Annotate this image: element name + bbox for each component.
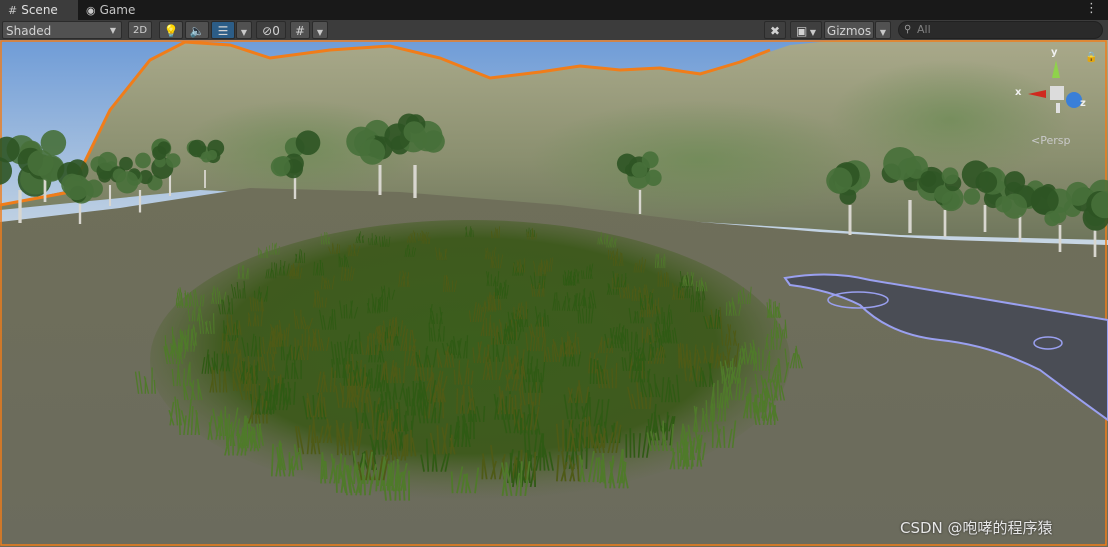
tree-trunk [204, 170, 206, 188]
chevron-down-icon: ▼ [316, 28, 324, 37]
effects-toggle-button[interactable]: ☰ [211, 21, 235, 39]
camera-icon: ▣ [795, 24, 808, 38]
audio-toggle-button[interactable]: 🔈 [185, 21, 209, 39]
gamepad-icon: ◉ [86, 4, 96, 17]
tree-foliage [920, 170, 937, 187]
gizmo-neg-y-arrow[interactable] [1056, 103, 1060, 113]
toggle-2d-button[interactable]: 2D [128, 21, 152, 39]
lighting-toggle-button[interactable]: 💡 [159, 21, 183, 39]
tree-trunk [108, 185, 112, 206]
tree-foliage [116, 171, 139, 194]
wrench-icon: ✖ [769, 24, 781, 38]
tree-foliage [995, 196, 1012, 213]
tree-trunk [1058, 225, 1062, 252]
camera-settings-button[interactable]: ▣ ▼ [790, 21, 822, 39]
scene-render [0, 40, 1108, 547]
projection-label: Persp [1040, 134, 1071, 147]
tools-button[interactable]: ✖ [764, 21, 786, 39]
search-placeholder: All [917, 23, 931, 36]
tree-foliage [422, 130, 445, 153]
gizmo-y-label: y [1051, 47, 1058, 58]
scene-visibility-toggle[interactable]: ⊘0 [256, 21, 286, 39]
grid-toggle-button[interactable]: # [290, 21, 310, 39]
gizmo-y-arrow[interactable] [1052, 60, 1060, 78]
tree-foliage [963, 188, 981, 205]
hidden-count: 0 [272, 24, 280, 38]
tab-game[interactable]: ◉ Game [78, 0, 158, 20]
tab-scene-label: Scene [21, 3, 58, 17]
gizmos-toggle-button[interactable]: Gizmos [824, 21, 874, 39]
gizmo-x-label: x [1015, 87, 1022, 98]
gizmos-label: Gizmos [826, 24, 872, 38]
chevron-down-icon: ▼ [807, 28, 817, 37]
tree-trunk [413, 165, 417, 198]
gizmo-x-arrow[interactable] [1028, 90, 1046, 98]
gizmo-center-cube[interactable] [1050, 86, 1064, 100]
tree-trunk [293, 175, 297, 199]
gizmos-dropdown[interactable]: ▼ [875, 21, 891, 39]
tree-foliage [135, 152, 151, 169]
tree-foliage [270, 156, 291, 177]
chevron-down-icon: ▼ [240, 28, 248, 37]
tree-foliage [975, 171, 998, 193]
grid-icon: # [8, 4, 18, 17]
projection-toggle[interactable]: <Persp [1031, 134, 1070, 147]
scene-orientation-gizmo[interactable] [1012, 48, 1092, 128]
tab-bar: # Scene ◉ Game ⋮ [0, 0, 1108, 20]
tree-foliage [64, 174, 90, 201]
tree-foliage [941, 191, 960, 210]
tree-foliage [1044, 210, 1061, 227]
eye-slash-icon: ⊘ [262, 24, 273, 38]
effects-dropdown[interactable]: ▼ [236, 21, 252, 39]
tree-trunk [378, 165, 382, 195]
tree-foliage [152, 145, 167, 160]
tree-trunk [983, 205, 987, 232]
grid-dropdown[interactable]: ▼ [312, 21, 328, 39]
tree-trunk [848, 205, 852, 235]
tree-foliage [165, 153, 181, 168]
tree-trunk [1093, 230, 1097, 257]
tree-trunk [943, 210, 947, 237]
tree-foliage [1030, 186, 1059, 215]
scene-viewport[interactable]: y x z 🔒 <Persp CSDN @咆哮的程序猿 [0, 40, 1108, 547]
layers-icon: ☰ [217, 24, 229, 38]
tree-foliage [359, 139, 386, 165]
hierarchy-search-input[interactable]: ⚲ All [898, 21, 1103, 39]
search-icon: ⚲ [904, 24, 912, 35]
tree-foliage [119, 156, 133, 171]
tree-foliage [1004, 171, 1026, 193]
speaker-icon: 🔈 [189, 24, 205, 38]
tree-foliage [1065, 181, 1090, 206]
lightbulb-icon: 💡 [163, 24, 179, 38]
tree-foliage [645, 169, 662, 186]
tree-foliage [403, 121, 425, 143]
tree-foliage [826, 167, 853, 194]
tree-trunk [78, 200, 82, 224]
tree-foliage [206, 149, 218, 161]
tree-trunk [168, 175, 172, 196]
toggle-2d-label: 2D [132, 25, 148, 36]
chevron-down-icon: ▼ [879, 28, 887, 37]
grid-snap-icon: # [294, 24, 306, 38]
tree-foliage [295, 130, 321, 156]
tab-scene[interactable]: # Scene [0, 0, 78, 20]
tree-foliage [941, 167, 959, 185]
draw-mode-dropdown[interactable]: Shaded ▼ [2, 21, 122, 39]
tree-foliage [27, 149, 54, 176]
scene-toolbar: Shaded ▼ 2D 💡 🔈 ☰ ▼ ⊘0 # ▼ ✖ ▣ ▼ Gizmos … [0, 20, 1108, 41]
tab-game-label: Game [99, 3, 136, 17]
more-options-icon[interactable]: ⋮ [1085, 0, 1098, 20]
gizmo-z-label: z [1080, 98, 1086, 109]
mountain-shade [530, 100, 870, 220]
tree-trunk [18, 190, 22, 223]
tree-trunk [1018, 215, 1022, 242]
lock-icon[interactable]: 🔒 [1085, 52, 1097, 63]
tree-trunk [638, 190, 642, 214]
draw-mode-label: Shaded [6, 24, 52, 38]
watermark: CSDN @咆哮的程序猿 [900, 519, 1053, 537]
tree-trunk [908, 200, 912, 233]
tree-trunk [138, 190, 142, 213]
chevron-down-icon: ▼ [109, 26, 116, 35]
tree-foliage [631, 162, 648, 178]
